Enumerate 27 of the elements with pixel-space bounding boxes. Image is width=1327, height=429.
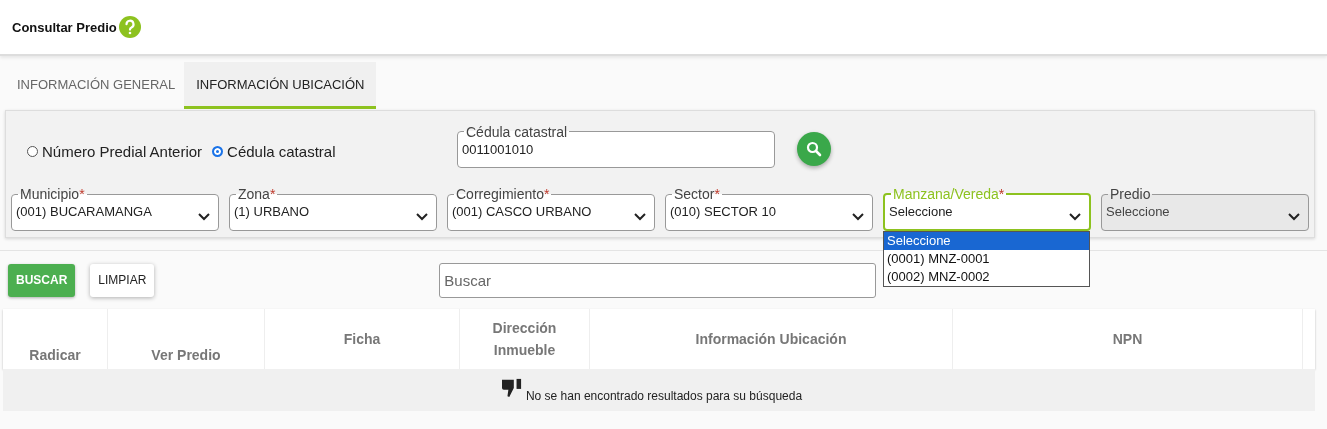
empty-message: No se han encontrado resultados para su búsqueda (525, 389, 803, 403)
search-button[interactable] (797, 132, 831, 166)
dropdown-field[interactable]: Sector* (010) SECTOR 10 (665, 187, 873, 231)
tab[interactable]: INFORMACIÓN UBICACIÓN (184, 62, 377, 109)
page-title: Consultar Predio (12, 19, 117, 35)
action-button[interactable]: LIMPIAR (90, 263, 155, 297)
thumbs-down-icon (500, 378, 523, 398)
chevron-down-icon (1069, 213, 1081, 221)
search-icon (806, 141, 822, 157)
chevron-down-icon (198, 213, 210, 221)
dropdown-option[interactable]: (0001) MNZ-0001 (884, 250, 1089, 268)
chevron-down-icon (416, 213, 428, 221)
chevron-down-icon (634, 213, 646, 221)
dropdown-option[interactable]: (0002) MNZ-0002 (884, 268, 1089, 286)
dropdown-field[interactable]: Zona* (1) URBANO (229, 187, 437, 231)
search-field[interactable]: Buscar (439, 262, 877, 298)
dropdown-option[interactable]: Seleccione (884, 232, 1089, 250)
dropdown-field[interactable]: Manzana/Vereda* Seleccione (883, 187, 1091, 231)
input-field[interactable]: Cédula catastral 0011001010 (457, 124, 775, 168)
radio-option[interactable]: Número Predial Anterior (27, 142, 203, 160)
dropdown-field[interactable]: Municipio* (001) BUCARAMANGA (11, 187, 219, 231)
chevron-down-icon (852, 213, 864, 221)
chevron-down-icon (1288, 213, 1300, 221)
help-icon[interactable] (118, 16, 141, 38)
dropdown-field[interactable]: Corregimiento* (001) CASCO URBANO (447, 187, 655, 231)
radio-option[interactable]: Cédula catastral (212, 142, 336, 160)
tab[interactable]: INFORMACIÓN GENERAL (8, 62, 185, 109)
